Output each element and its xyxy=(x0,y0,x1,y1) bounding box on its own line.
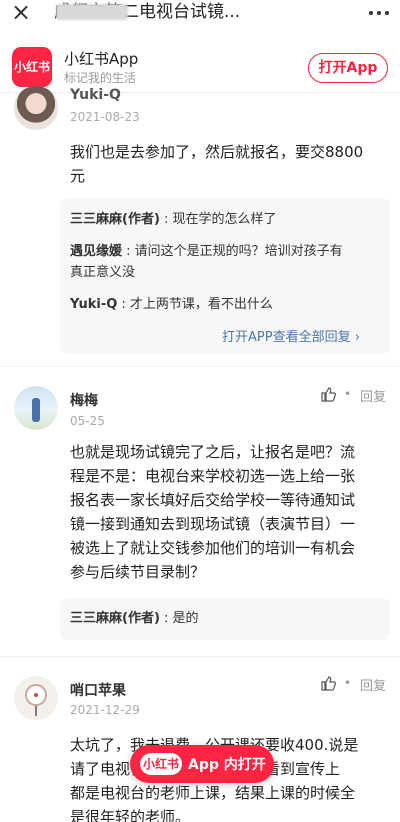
reply-author: 三三麻麻(作者) xyxy=(70,212,160,227)
reply-text-cont: 真正意义没 xyxy=(70,265,136,280)
app-logo: 小红书 xyxy=(12,47,52,87)
blurred-title-prefix xyxy=(56,4,128,20)
view-all-replies-link[interactable]: 打开APP查看全部回复 › xyxy=(222,326,360,345)
reply-author: 三三麻麻(作者) xyxy=(70,611,160,626)
comment-text-line: 程是不是：电视台来学校初选一选上给一张 xyxy=(70,467,356,485)
reply-text: : 请问这个是正规的吗？培训对孩子有 xyxy=(122,244,343,259)
app-banner: 小红书 小红书App 标记我的生活 打开App xyxy=(0,40,400,92)
reply-text: : 现在学的怎么样了 xyxy=(159,212,277,227)
comment-text-line: 是很年轻的老师。 xyxy=(70,808,191,822)
comment-username[interactable]: 梅梅 xyxy=(70,390,98,410)
comment-text-line: 都是电视台的老师上课，结果上课的时候全 xyxy=(70,784,356,802)
app-logo-mini: 小红书 xyxy=(140,753,182,775)
comment-text-line: 我们也是去参加了，然后就报名，要交8800 xyxy=(70,143,364,161)
comment-divider xyxy=(0,656,400,657)
reply-button[interactable]: 回复 xyxy=(360,675,386,694)
divider xyxy=(0,92,400,93)
app-slogan: 标记我的生活 xyxy=(64,71,137,85)
close-icon[interactable]: × xyxy=(8,0,34,26)
avatar[interactable] xyxy=(14,386,58,430)
open-app-button[interactable]: 打开App xyxy=(308,53,388,83)
reply-text: : 是的 xyxy=(159,611,199,626)
comment-date: 2021-12-29 xyxy=(70,703,140,717)
comment-text-line: 被选上了就让交钱参加他们的培训一有机会 xyxy=(70,539,356,557)
comment-date: 2021-08-23 xyxy=(70,110,140,124)
app-name: 小红书App xyxy=(64,50,139,68)
like-icon[interactable] xyxy=(320,675,336,691)
reply-text: : 才上两节课，看不出什么 xyxy=(117,297,273,312)
comment-username[interactable]: 哨口苹果 xyxy=(70,680,126,700)
comment-text-line: 也就是现场试镜完了之后，让报名是吧？流 xyxy=(70,443,356,461)
comment-text-line: 报名表一家长填好后交给学校一等待通知试 xyxy=(70,491,356,509)
reply-item[interactable]: 遇见缘媛 : 请问这个是正规的吗？培训对孩子有 xyxy=(70,242,343,262)
open-in-app-float-button[interactable]: 小红书 App 内打开 xyxy=(130,745,274,783)
like-icon[interactable] xyxy=(320,386,336,402)
separator-dot: • xyxy=(344,387,352,401)
comment-text-line: 元 xyxy=(70,167,86,185)
separator-dot: • xyxy=(344,676,352,690)
avatar[interactable] xyxy=(14,676,58,720)
more-icon[interactable] xyxy=(366,0,392,26)
reply-item[interactable]: Yuki-Q : 才上两节课，看不出什么 xyxy=(70,295,273,315)
reply-item[interactable]: 三三麻麻(作者) : 现在学的怎么样了 xyxy=(70,210,277,230)
reply-item[interactable]: 三三麻麻(作者) : 是的 xyxy=(70,609,199,629)
top-bar: × 成都市第二电视台试镜... xyxy=(0,0,400,28)
avatar[interactable] xyxy=(14,86,58,130)
reply-author: 遇见缘媛 xyxy=(70,244,123,259)
comment-text-line: 参与后续节目录制？ xyxy=(70,563,206,581)
reply-button[interactable]: 回复 xyxy=(360,386,386,405)
open-in-app-label: App 内打开 xyxy=(188,757,266,773)
comment-username[interactable]: Yuki-Q xyxy=(70,87,121,103)
comment-text-line: 镜一接到通知去到现场试镜（表演节目）一 xyxy=(70,515,356,533)
comment-divider xyxy=(0,366,400,367)
comment-date: 05-25 xyxy=(70,414,105,428)
reply-author: Yuki-Q xyxy=(70,297,118,312)
